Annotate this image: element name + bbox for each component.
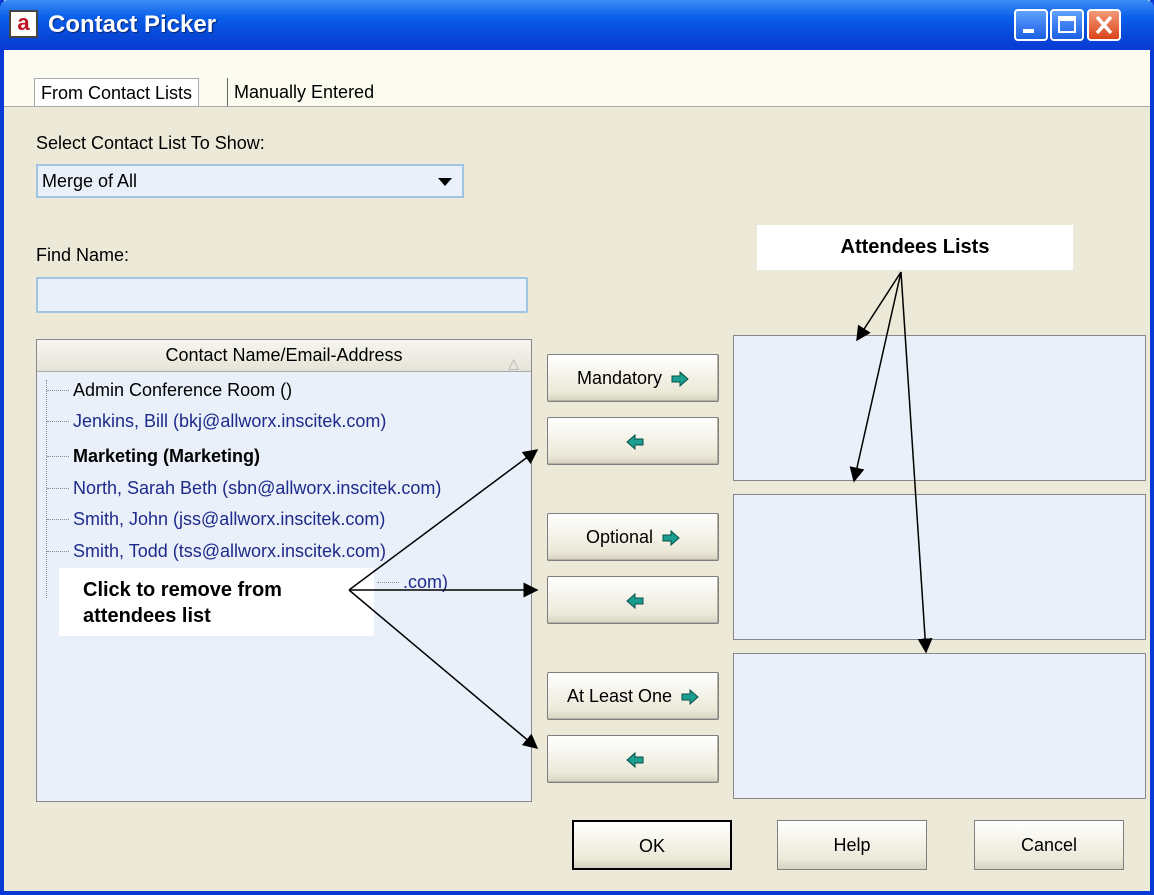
contact-column-header[interactable]: Contact Name/Email-Address △	[37, 340, 531, 372]
mandatory-attendees-list[interactable]	[733, 335, 1146, 481]
dropdown-arrow-icon[interactable]	[438, 178, 452, 186]
attendees-lists-callout: Attendees Lists	[757, 225, 1073, 270]
optional-attendees-list[interactable]	[733, 494, 1146, 640]
contact-list-select-value: Merge of All	[42, 171, 138, 191]
remove-callout-line1: Click to remove from	[83, 579, 282, 601]
contact-column-header-label: Contact Name/Email-Address	[165, 345, 403, 365]
list-item[interactable]: Smith, Todd (tss@allworx.inscitek.com)	[47, 538, 386, 564]
remove-at-least-one-button[interactable]	[547, 735, 719, 783]
at-least-one-attendees-list[interactable]	[733, 653, 1146, 799]
add-optional-label: Optional	[585, 527, 654, 547]
add-at-least-one-label: At Least One	[566, 686, 673, 706]
remove-callout: Click to remove from attendees list	[59, 568, 374, 636]
add-optional-button[interactable]: Optional	[547, 513, 719, 561]
find-name-label: Find Name:	[36, 245, 130, 265]
tab-from-contact-lists[interactable]: From Contact Lists	[34, 78, 200, 106]
title-bar[interactable]: a Contact Picker	[0, 0, 1154, 50]
remove-mandatory-button[interactable]	[547, 417, 719, 465]
arrow-right-icon	[671, 371, 689, 388]
list-item[interactable]: Jenkins, Bill (bkj@allworx.inscitek.com)	[47, 408, 386, 434]
arrow-right-icon	[662, 530, 680, 547]
list-item[interactable]: Smith, John (jss@allworx.inscitek.com)	[47, 506, 385, 532]
maximize-icon	[1058, 16, 1076, 33]
close-icon	[1095, 15, 1113, 35]
remove-optional-button[interactable]	[547, 576, 719, 624]
list-item[interactable]: .com)	[377, 569, 448, 595]
contact-list-select[interactable]: Merge of All	[36, 164, 464, 198]
tab-manually-entered[interactable]: Manually Entered	[227, 78, 380, 106]
ok-button[interactable]: OK	[572, 820, 732, 870]
arrow-left-icon	[626, 593, 644, 610]
add-at-least-one-button[interactable]: At Least One	[547, 672, 719, 720]
find-name-input[interactable]	[36, 277, 528, 313]
maximize-button[interactable]	[1050, 9, 1084, 41]
add-mandatory-button[interactable]: Mandatory	[547, 354, 719, 402]
close-button[interactable]	[1087, 9, 1121, 41]
contact-picker-window: a Contact Picker From Contact Lists Manu…	[0, 0, 1154, 895]
add-mandatory-label: Mandatory	[576, 368, 663, 388]
minimize-icon	[1023, 29, 1034, 33]
minimize-button[interactable]	[1014, 9, 1048, 41]
list-item[interactable]: North, Sarah Beth (sbn@allworx.inscitek.…	[47, 475, 441, 501]
select-list-label: Select Contact List To Show:	[36, 133, 265, 153]
sort-ascending-icon: △	[508, 355, 519, 371]
remove-callout-line2: attendees list	[83, 605, 211, 627]
arrow-left-icon	[626, 752, 644, 769]
list-item[interactable]: Marketing (Marketing)	[47, 443, 260, 469]
window-title: Contact Picker	[48, 11, 217, 38]
app-icon: a	[9, 10, 38, 38]
help-button[interactable]: Help	[777, 820, 927, 870]
list-item[interactable]: Admin Conference Room ()	[47, 377, 292, 403]
arrow-left-icon	[626, 434, 644, 451]
arrow-right-icon	[681, 689, 699, 706]
cancel-button[interactable]: Cancel	[974, 820, 1124, 870]
